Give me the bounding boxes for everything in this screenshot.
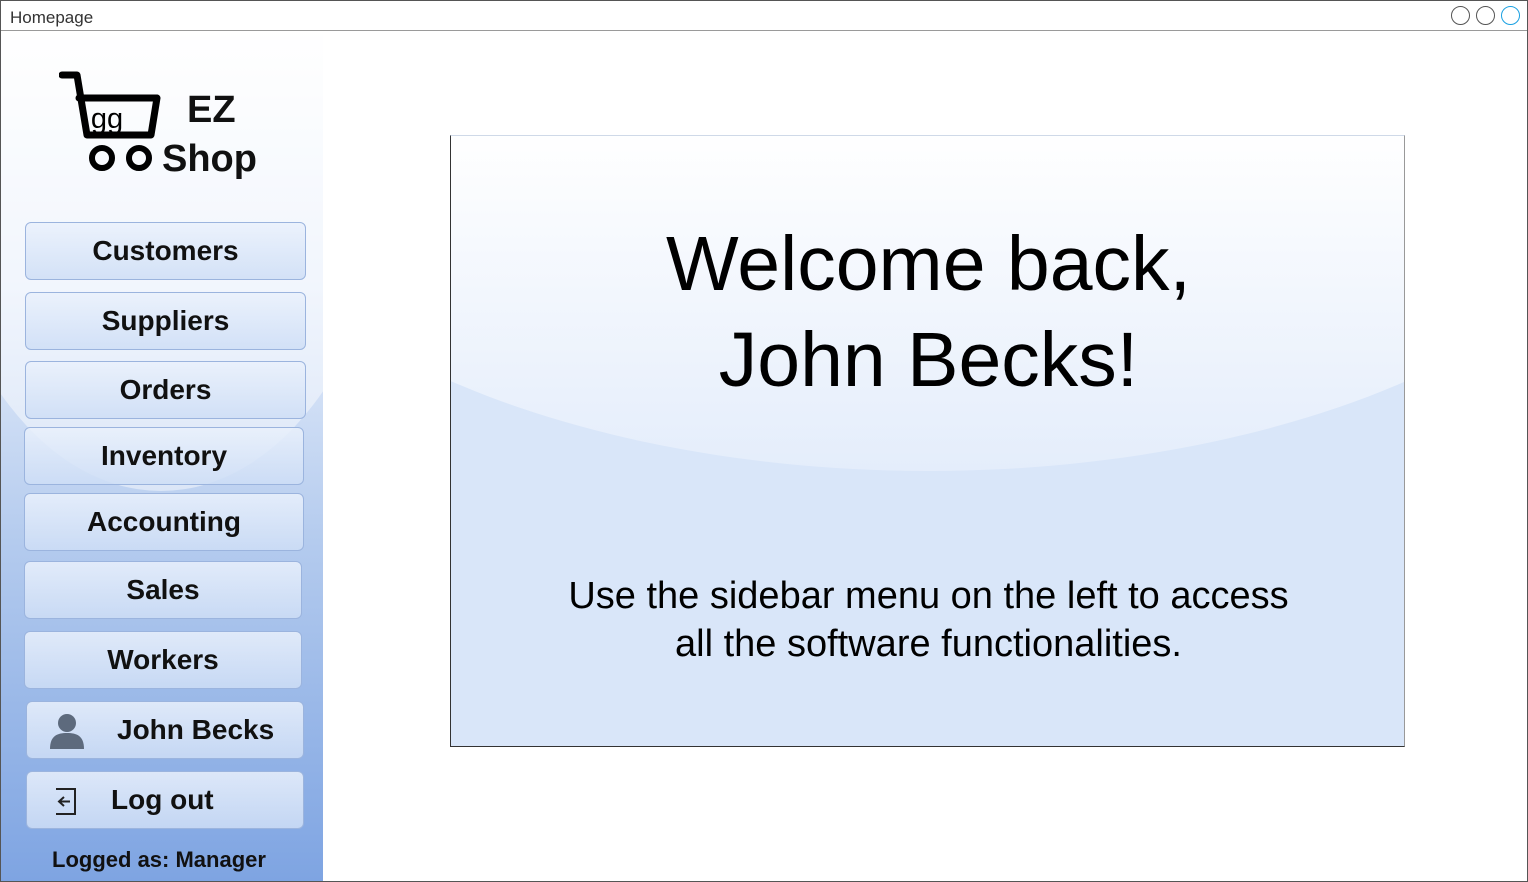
logo: gg EZ Shop xyxy=(59,69,279,189)
welcome-hint: Use the sidebar menu on the left to acce… xyxy=(451,572,1404,668)
logo-text-ez: EZ xyxy=(187,89,236,131)
sidebar-item-orders[interactable]: Orders xyxy=(25,361,306,419)
welcome-line-2: John Becks! xyxy=(718,317,1139,403)
welcome-line-1: Welcome back, xyxy=(666,221,1191,307)
hint-line-2: all the software functionalities. xyxy=(675,623,1182,665)
window-title: Homepage xyxy=(10,8,94,27)
sidebar-item-sales[interactable]: Sales xyxy=(24,561,302,619)
sidebar-item-customers[interactable]: Customers xyxy=(25,222,306,280)
sidebar-item-suppliers[interactable]: Suppliers xyxy=(25,292,306,350)
sidebar-item-accounting[interactable]: Accounting xyxy=(24,493,304,551)
logged-as-status: Logged as: Manager xyxy=(52,847,266,872)
cart-label: gg xyxy=(91,103,123,135)
sidebar: gg EZ Shop Customers Suppliers Orders In… xyxy=(1,31,323,881)
sidebar-item-label: Customers xyxy=(92,235,239,266)
sidebar-item-label: Orders xyxy=(119,374,212,405)
title-bar: Homepage xyxy=(1,1,1527,31)
sidebar-item-label: Workers xyxy=(107,644,219,675)
app-window: Homepage gg EZ Shop Customers Suppliers … xyxy=(0,0,1528,882)
logo-text-shop: Shop xyxy=(162,138,257,180)
maximize-button[interactable] xyxy=(1476,6,1495,25)
close-button[interactable] xyxy=(1501,6,1520,25)
welcome-panel: Welcome back, John Becks! Use the sideba… xyxy=(450,135,1405,747)
sidebar-item-label: Sales xyxy=(126,574,200,605)
user-name-label: John Becks xyxy=(117,714,275,745)
hint-line-1: Use the sidebar menu on the left to acce… xyxy=(568,575,1289,617)
logout-button[interactable]: Log out xyxy=(26,771,304,829)
shopping-cart-icon: gg xyxy=(59,71,161,171)
user-profile-button[interactable]: John Becks xyxy=(26,701,304,759)
sidebar-item-inventory[interactable]: Inventory xyxy=(24,427,304,485)
welcome-heading: Welcome back, John Becks! xyxy=(451,216,1404,408)
logout-label: Log out xyxy=(111,784,214,815)
logout-icon xyxy=(56,788,76,815)
sidebar-item-label: Suppliers xyxy=(101,305,230,336)
sidebar-item-workers[interactable]: Workers xyxy=(24,631,302,689)
sidebar-item-label: Accounting xyxy=(87,506,241,537)
minimize-button[interactable] xyxy=(1451,6,1470,25)
user-icon xyxy=(50,714,84,749)
sidebar-item-label: Inventory xyxy=(100,440,228,471)
